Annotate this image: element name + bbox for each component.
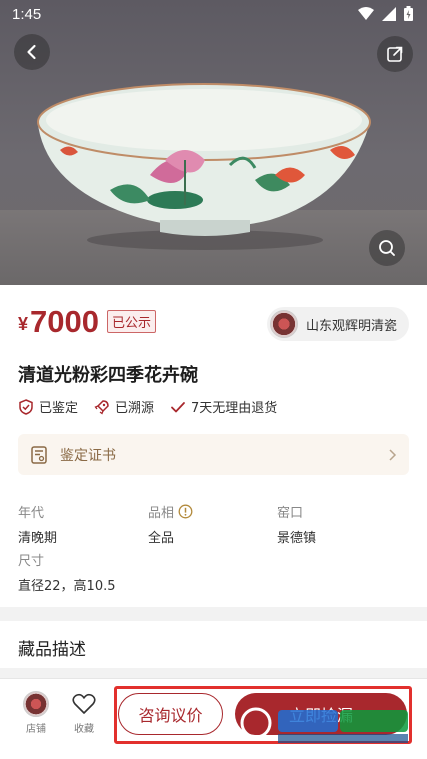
heart-icon — [72, 693, 96, 714]
shop-label: 店铺 — [26, 724, 46, 735]
favorite-button[interactable]: 收藏 — [64, 691, 104, 735]
attr-key-row: 品相 — [148, 502, 193, 521]
search-icon — [379, 240, 395, 256]
zoom-button[interactable] — [369, 230, 405, 266]
product-info-card: ¥ 7000 已公示 山东观辉明清瓷 清道光粉彩四季花卉碗 已鉴定 已溯源 7天… — [0, 285, 427, 607]
attr-key: 年代 — [18, 506, 45, 521]
guarantee-label: 已鉴定 — [39, 401, 79, 416]
attr-condition: 品相 全品 — [148, 502, 193, 546]
chevron-right-icon — [389, 448, 397, 461]
publicized-badge: 已公示 — [106, 310, 156, 333]
attr-key: 窑口 — [277, 506, 304, 521]
guarantee-label: 已溯源 — [115, 401, 155, 416]
shop-button[interactable]: 店铺 — [16, 691, 56, 735]
signal-icon — [382, 6, 396, 21]
description-section: 藏品描述 — [0, 621, 427, 668]
certificate-row[interactable]: 鉴定证书 — [18, 434, 409, 475]
info-icon[interactable] — [178, 504, 193, 519]
guarantee-label: 7天无理由退货 — [191, 401, 278, 416]
product-image[interactable]: 1:45 — [0, 0, 427, 285]
attr-value: 清晚期 — [18, 531, 58, 546]
description-heading: 藏品描述 — [18, 640, 86, 660]
certificate-icon — [31, 445, 47, 464]
guarantee-list: 已鉴定 已溯源 7天无理由退货 — [18, 397, 277, 416]
check-icon — [171, 401, 185, 412]
guarantee-traced[interactable]: 已溯源 — [94, 397, 154, 416]
guarantee-appraised[interactable]: 已鉴定 — [18, 397, 78, 416]
guarantee-return-policy[interactable]: 7天无理由退货 — [170, 397, 277, 416]
price-value: 7000 — [30, 304, 99, 339]
back-button[interactable] — [14, 34, 50, 70]
attr-era: 年代 清晚期 — [18, 502, 57, 546]
back-arrow-icon — [27, 44, 36, 60]
porcelain-bowl-image — [37, 83, 371, 250]
attr-key: 尺寸 — [18, 554, 45, 569]
site-watermark — [240, 707, 408, 743]
status-time: 1:45 — [12, 6, 42, 23]
share-icon — [387, 46, 403, 62]
attr-value: 全品 — [148, 531, 175, 546]
attr-value: 景德镇 — [277, 531, 317, 546]
attr-kiln: 窑口 景德镇 — [277, 502, 316, 546]
product-title: 清道光粉彩四季花卉碗 — [18, 365, 198, 386]
currency-symbol: ¥ — [18, 314, 29, 334]
share-button[interactable] — [377, 36, 413, 72]
shop-avatar-icon — [23, 691, 49, 717]
favorite-label: 收藏 — [74, 724, 94, 735]
attr-key: 品相 — [148, 506, 175, 521]
attr-value: 直径22，高10.5 — [18, 579, 116, 594]
price-row: ¥ 7000 已公示 — [18, 305, 156, 339]
wifi-icon — [358, 6, 374, 20]
shield-check-icon — [19, 398, 33, 415]
status-bar: 1:45 — [0, 0, 427, 30]
shop-chip[interactable]: 山东观辉明清瓷 — [266, 307, 409, 341]
certificate-label: 鉴定证书 — [60, 447, 116, 464]
attr-size: 尺寸 直径22，高10.5 — [18, 550, 116, 594]
rocket-icon — [94, 399, 109, 415]
battery-icon — [404, 6, 413, 21]
shop-avatar — [269, 310, 298, 338]
shop-name: 山东观辉明清瓷 — [305, 318, 397, 334]
